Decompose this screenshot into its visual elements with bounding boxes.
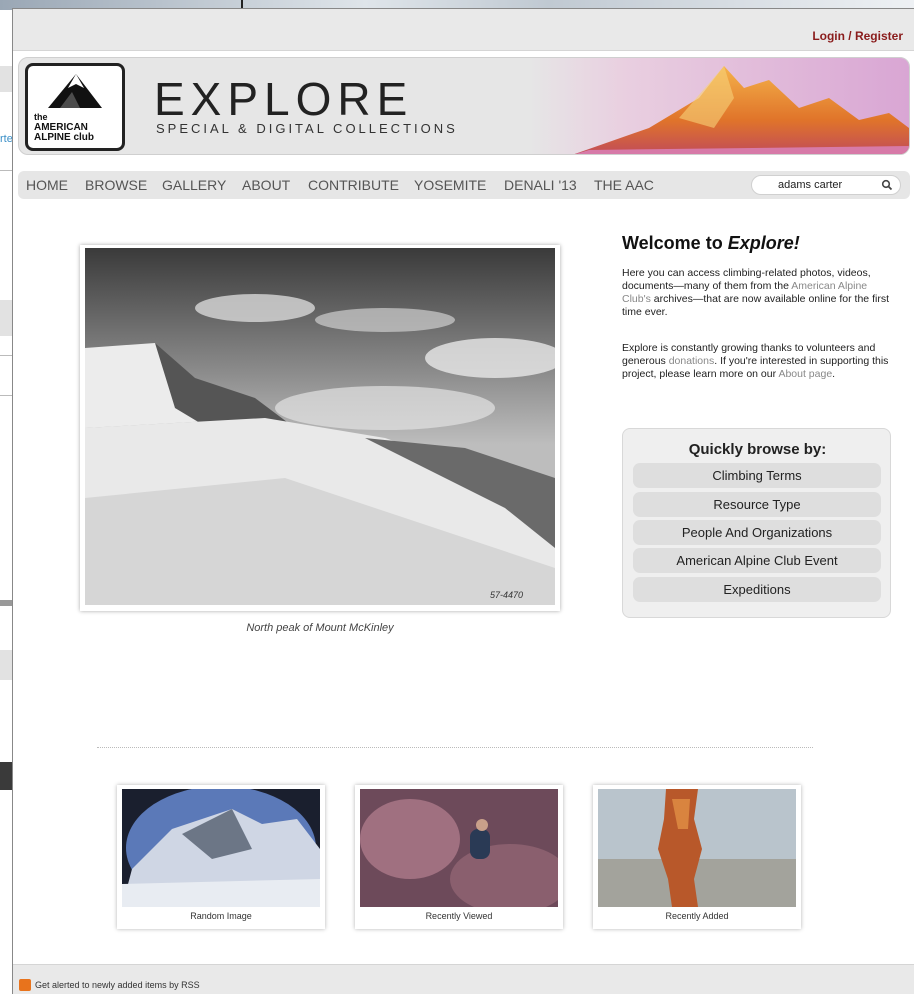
search-input[interactable]: adams carter — [778, 179, 842, 191]
nav-denali[interactable]: DENALI '13 — [504, 177, 577, 193]
aac-logo[interactable]: the AMERICAN ALPINE club — [25, 63, 125, 151]
footer: Get alerted to newly added items by RSS — [13, 964, 914, 994]
random-image-card[interactable]: Random Image — [117, 785, 325, 929]
search-icon[interactable] — [881, 179, 893, 191]
browse-climbing-terms[interactable]: Climbing Terms — [633, 463, 881, 488]
background-dark-bar — [0, 762, 12, 790]
recently-viewed-card[interactable]: Recently Viewed — [355, 785, 563, 929]
nav-the-aac[interactable]: THE AAC — [594, 177, 654, 193]
browse-resource-type[interactable]: Resource Type — [633, 492, 881, 517]
banner-title: EXPLORE — [154, 73, 414, 125]
background-strip — [0, 66, 12, 92]
donations-link[interactable]: donations — [669, 355, 715, 367]
background-line — [0, 395, 12, 396]
login-register-link[interactable]: Login / Register — [812, 29, 903, 43]
site-banner: the AMERICAN ALPINE club EXPLORE SPECIAL… — [18, 57, 910, 155]
random-image-label: Random Image — [190, 911, 252, 921]
browse-expeditions[interactable]: Expeditions — [633, 577, 881, 602]
top-bar: Login / Register — [13, 9, 914, 51]
recently-viewed-thumbnail[interactable] — [360, 789, 558, 907]
background-line — [0, 170, 12, 171]
featured-photo-caption: North peak of Mount McKinley — [246, 622, 394, 634]
nav-yosemite[interactable]: YOSEMITE — [414, 177, 486, 193]
rss-link[interactable]: Get alerted to newly added items by RSS — [35, 980, 200, 990]
nav-contribute[interactable]: CONTRIBUTE — [308, 177, 399, 193]
background-line — [0, 355, 12, 356]
welcome-paragraph-1: Here you can access climbing-related pho… — [622, 267, 892, 319]
welcome-heading: Welcome to Explore! — [622, 233, 800, 254]
featured-photo-frame[interactable]: 57-4470 — [80, 245, 560, 611]
banner-subtitle: SPECIAL & DIGITAL COLLECTIONS — [156, 121, 458, 136]
background-strip — [0, 650, 12, 680]
nav-home[interactable]: HOME — [26, 177, 68, 193]
logo-text-the: the — [34, 112, 48, 122]
mountain-banner-image — [529, 58, 909, 154]
about-page-link[interactable]: About page — [778, 368, 832, 380]
welcome-paragraph-2: Explore is constantly growing thanks to … — [622, 342, 892, 381]
main-nav: HOME BROWSE GALLERY ABOUT CONTRIBUTE YOS… — [18, 171, 910, 199]
random-image-thumbnail[interactable] — [122, 789, 320, 907]
browse-people-organizations[interactable]: People And Organizations — [633, 520, 881, 545]
quick-browse-box: Quickly browse by: Climbing Terms Resour… — [622, 428, 891, 618]
nav-browse[interactable]: BROWSE — [85, 177, 147, 193]
welcome-p1-text-b: archives—that are now available online f… — [622, 293, 889, 318]
browser-page: Login / Register the AMERICAN ALPINE clu… — [12, 8, 914, 994]
rss-icon[interactable] — [19, 979, 31, 991]
quick-browse-title: Quickly browse by: — [688, 441, 827, 458]
mountain-logo-icon: the AMERICAN ALPINE club — [34, 74, 102, 143]
search-field[interactable]: adams carter — [751, 175, 901, 195]
featured-photo[interactable]: 57-4470 — [85, 248, 555, 605]
background-strip — [0, 600, 12, 606]
browse-aac-event[interactable]: American Alpine Club Event — [633, 548, 881, 573]
background-link[interactable]: rte — [0, 133, 13, 145]
welcome-heading-prefix: Welcome to — [622, 233, 728, 253]
welcome-heading-emphasis: Explore! — [727, 233, 800, 253]
section-divider — [97, 747, 813, 748]
recently-viewed-label: Recently Viewed — [425, 911, 493, 921]
nav-about[interactable]: ABOUT — [242, 177, 290, 193]
welcome-p2-text-c: . — [832, 368, 836, 380]
recently-added-thumbnail[interactable] — [598, 789, 796, 907]
recently-added-card[interactable]: Recently Added — [593, 785, 801, 929]
photo-mark: 57-4470 — [490, 590, 523, 600]
nav-gallery[interactable]: GALLERY — [162, 177, 226, 193]
recently-added-label: Recently Added — [665, 911, 729, 921]
logo-text-alpine-club: ALPINE club — [34, 132, 94, 143]
background-strip — [0, 300, 12, 336]
